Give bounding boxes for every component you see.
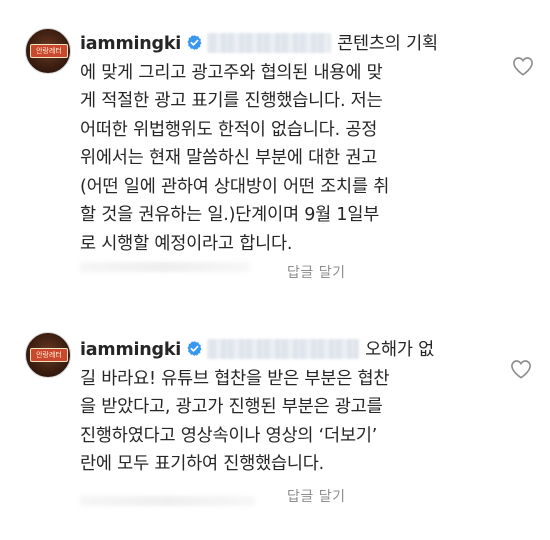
comment-line: 로 시행할 예정이라고 합니다.	[80, 233, 293, 254]
avatar-sign: 안랑레터	[30, 44, 68, 58]
comment-line: 란에 모두 표기하여 진행했습니다.	[80, 454, 325, 474]
comment-line: 위에서는 현재 말씀하신 부분에 대한 권고	[80, 148, 378, 168]
comment-text: iammingki 콘텐츠의 기획 에 맞게 그리고 광고주와 협의된 내용에 …	[80, 30, 500, 258]
username-link[interactable]: iammingki	[80, 34, 181, 54]
comment-line: 게 적절한 광고 표기를 진행했습니다. 저는	[80, 91, 383, 111]
comment-header-line: iammingki 오해가 없	[80, 336, 500, 365]
comment-line: 진행하였다고 영상속이나 영상의 ‘더보기’	[80, 425, 378, 446]
reply-button[interactable]: 답글 달기	[287, 262, 345, 282]
blurred-meta	[80, 496, 255, 506]
comment-line: 할 것을 권유하는 일.)단계이며 9월 1일부	[80, 205, 380, 225]
comment-line: 콘텐츠의 기획	[337, 34, 438, 54]
comment-line: 길 바라요! 유튜브 협찬을 받은 부분은 협찬	[80, 368, 390, 389]
comment-line: 어떠한 위법행위도 한적이 없습니다. 공정	[80, 119, 378, 140]
comment-line: 오해가 없	[365, 340, 435, 360]
blurred-mention	[207, 33, 332, 53]
comment-header-line: iammingki 콘텐츠의 기획	[80, 30, 500, 59]
blurred-meta	[80, 262, 250, 272]
username-link[interactable]: iammingki	[80, 340, 181, 360]
comment-text: iammingki 오해가 없 길 바라요! 유튜브 협찬을 받은 부분은 협찬…	[80, 336, 500, 479]
like-heart-icon[interactable]	[512, 56, 534, 76]
comment-line: 에 맞게 그리고 광고주와 협의된 내용에 맞	[80, 62, 383, 83]
avatar[interactable]: 안랑레터	[25, 332, 71, 378]
blurred-mention	[207, 339, 360, 359]
reply-button[interactable]: 답글 달기	[287, 486, 345, 506]
comment-line: 을 받았다고, 광고가 진행된 부분은 광고를	[80, 397, 383, 417]
avatar[interactable]: 안랑레터	[25, 28, 71, 74]
comment-line: (어떤 일에 관하여 상대방이 어떤 조치를 취	[80, 176, 390, 197]
verified-badge-icon	[187, 35, 202, 50]
avatar-sign: 안랑레터	[30, 348, 68, 362]
verified-badge-icon	[187, 341, 202, 356]
like-heart-icon[interactable]	[510, 359, 532, 379]
